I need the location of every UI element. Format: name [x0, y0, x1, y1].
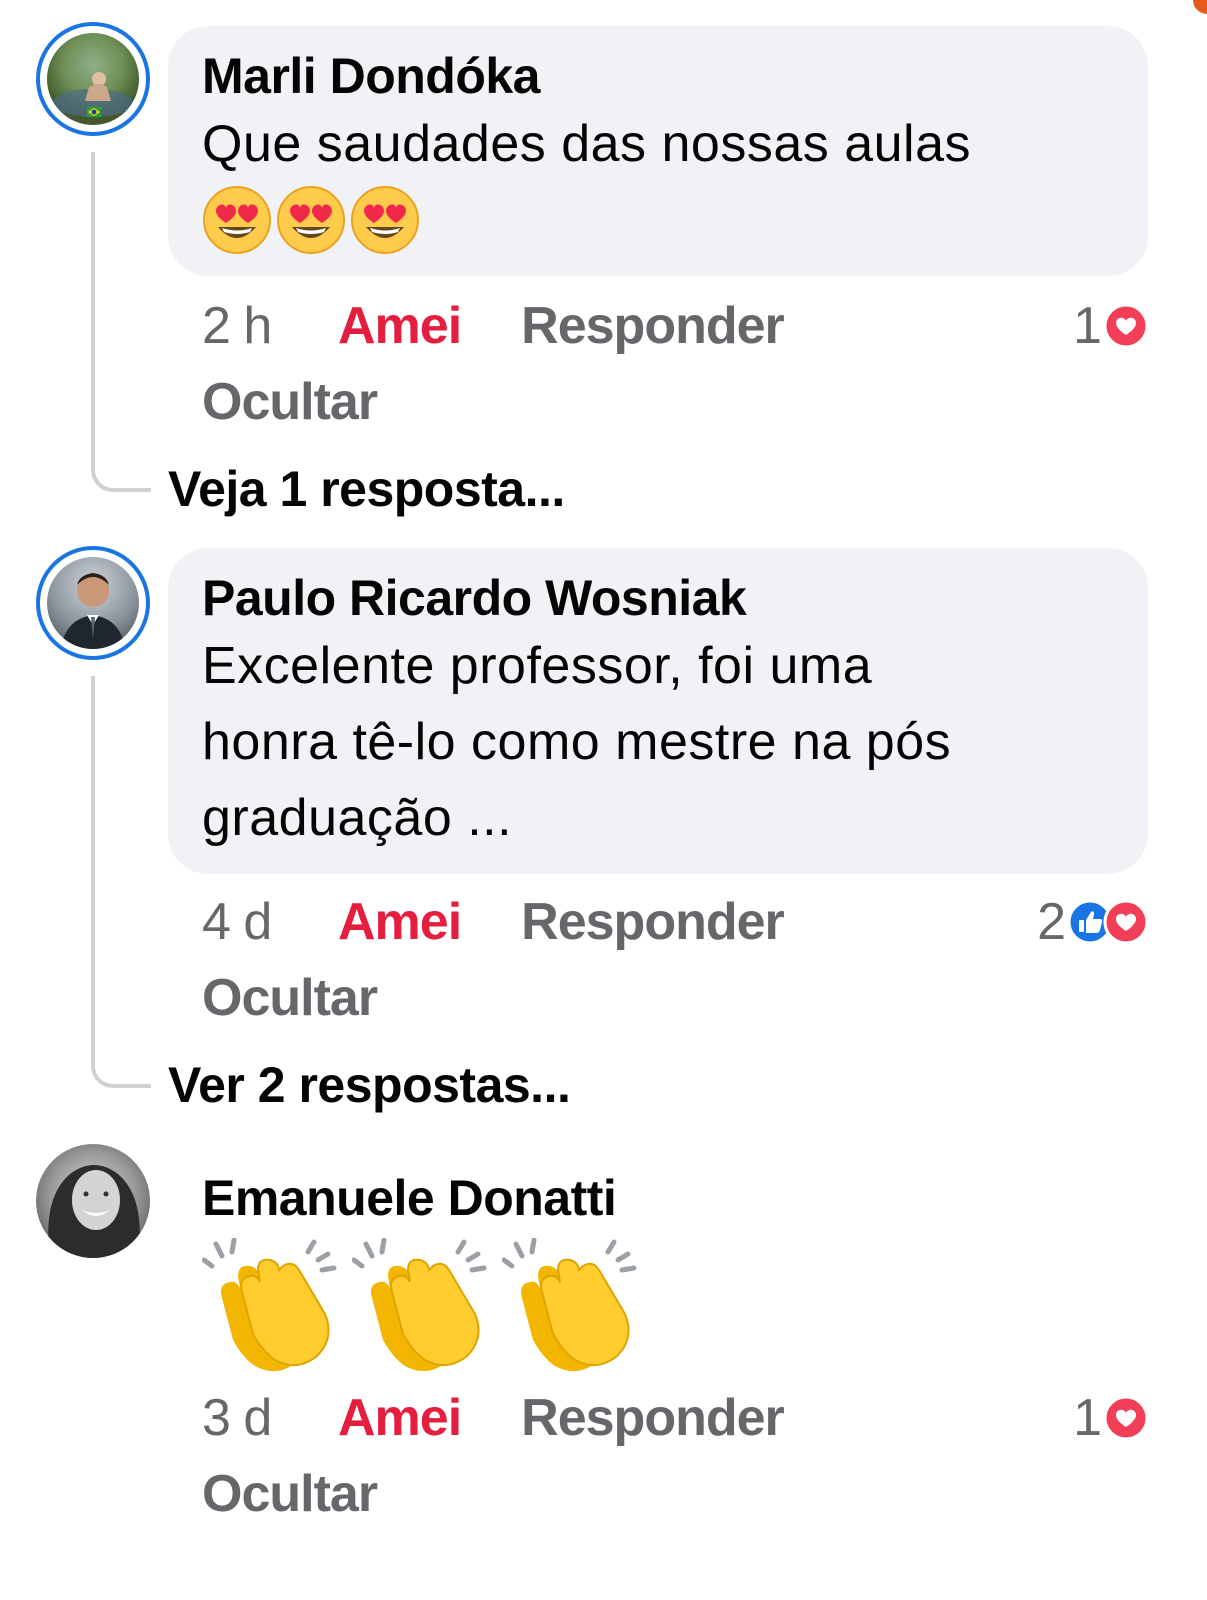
comment-bubble: Paulo Ricardo Wosniak Excelente professo…: [168, 548, 1148, 874]
heart-eyes-emoji: [350, 185, 420, 255]
reaction-summary[interactable]: 1: [1073, 1380, 1149, 1456]
love-reaction-icon: [1103, 303, 1149, 349]
comment-text: Que saudades das nossas aulas: [202, 115, 972, 173]
emoji-row: [202, 1238, 1114, 1374]
hide-button[interactable]: Ocultar: [202, 364, 1149, 440]
reaction-count: 1: [1073, 297, 1102, 355]
avatar-photo: [47, 33, 139, 125]
person-photo-icon: [48, 1165, 140, 1258]
avatar-photo: [36, 1144, 150, 1258]
hide-button[interactable]: Ocultar: [202, 960, 1149, 1036]
comment-bubble: Marli Dondóka Que saudades das nossas au…: [168, 26, 1148, 276]
comment-text-line: Excelente professor, foi uma: [202, 637, 873, 695]
reply-button[interactable]: Responder: [521, 892, 785, 952]
corner-accent: [1193, 0, 1207, 14]
comment-author[interactable]: Paulo Ricardo Wosniak: [202, 568, 1114, 628]
comment-author[interactable]: Marli Dondóka: [202, 46, 1114, 106]
clapping-hands-emoji: [502, 1238, 638, 1374]
person-photo-icon: [61, 573, 125, 649]
amei-button[interactable]: Amei: [338, 892, 462, 952]
view-replies-link[interactable]: Ver 2 respostas...: [168, 1056, 571, 1114]
heart-eyes-emoji: [202, 185, 272, 255]
avatar[interactable]: [36, 1144, 150, 1258]
comment-author[interactable]: Emanuele Donatti: [202, 1168, 1114, 1228]
clapping-hands-emoji: [202, 1238, 338, 1374]
comment-actions: 2 h Amei Responder 1 Ocultar: [202, 288, 1149, 440]
reply-button[interactable]: Responder: [521, 1388, 785, 1448]
clapping-hands-emoji: [352, 1238, 488, 1374]
avatar-photo: [47, 557, 139, 649]
amei-button[interactable]: Amei: [338, 296, 462, 356]
reply-button[interactable]: Responder: [521, 296, 785, 356]
comment-timestamp[interactable]: 2 h: [202, 296, 338, 356]
amei-button[interactable]: Amei: [338, 1388, 462, 1448]
comment-timestamp[interactable]: 4 d: [202, 892, 338, 952]
avatar[interactable]: [36, 22, 150, 136]
comment-text-line: honra tê-lo como mestre na pós: [202, 713, 952, 771]
avatar[interactable]: [36, 546, 150, 660]
comment-bubble: Emanuele Donatti: [168, 1148, 1148, 1378]
comment-text-line[interactable]: graduação ...: [202, 780, 1114, 856]
love-reaction-icon: [1103, 899, 1149, 945]
comment-timestamp[interactable]: 3 d: [202, 1388, 338, 1448]
thread-line: [91, 676, 151, 1088]
landscape-photo-icon: [53, 72, 133, 117]
reaction-count: 2: [1037, 893, 1066, 951]
comment-actions: 4 d Amei Responder 2 Ocultar: [202, 884, 1149, 1036]
emoji-row: [202, 182, 1114, 258]
reaction-count: 1: [1073, 1389, 1102, 1447]
thread-line: [91, 152, 151, 492]
heart-eyes-emoji: [276, 185, 346, 255]
comment-actions: 3 d Amei Responder 1 Ocultar: [202, 1380, 1149, 1532]
hide-button[interactable]: Ocultar: [202, 1456, 1149, 1532]
reaction-summary[interactable]: 2: [1037, 884, 1149, 960]
love-reaction-icon: [1103, 1395, 1149, 1441]
reaction-summary[interactable]: 1: [1073, 288, 1149, 364]
view-replies-link[interactable]: Veja 1 resposta...: [168, 460, 565, 518]
